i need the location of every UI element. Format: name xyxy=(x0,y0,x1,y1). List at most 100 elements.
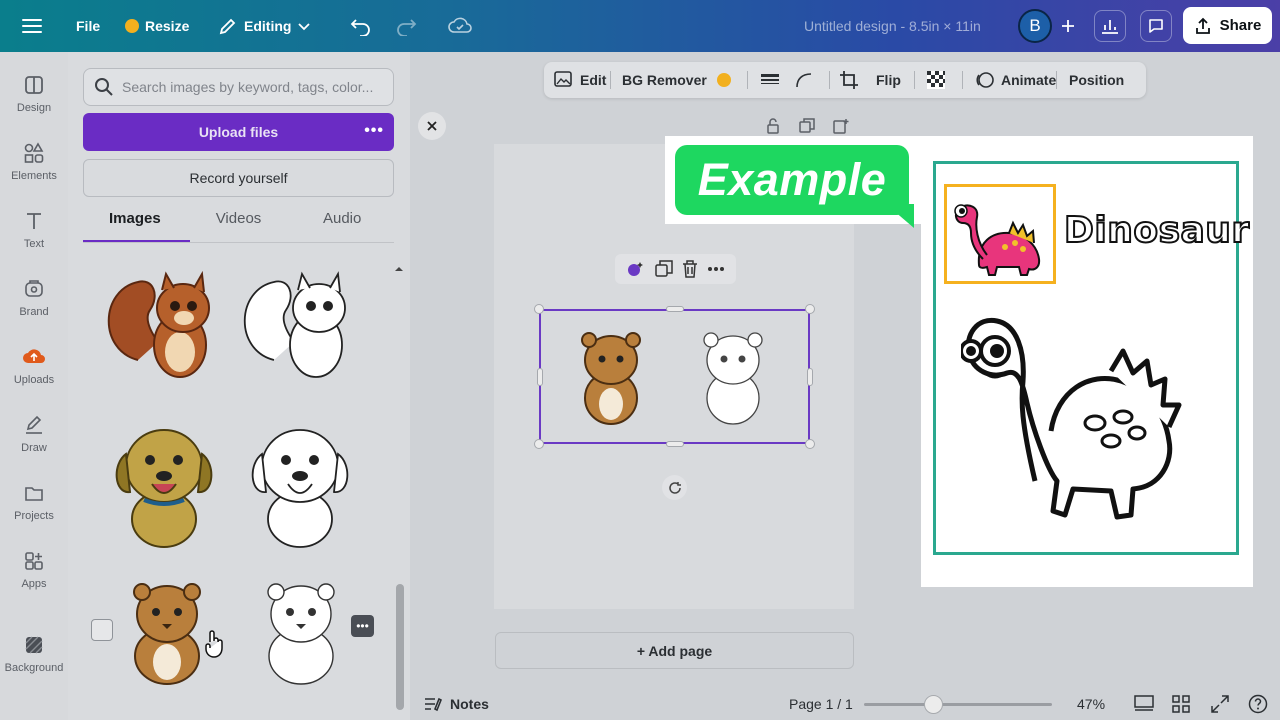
magic-icon[interactable] xyxy=(626,260,646,278)
design-icon xyxy=(25,76,43,94)
record-yourself-button[interactable]: Record yourself xyxy=(83,159,394,197)
toolbar-separator xyxy=(914,71,915,89)
example-badge-tail xyxy=(886,204,914,228)
squirrel-color-thumbnail[interactable] xyxy=(98,260,224,384)
close-panel-button[interactable] xyxy=(418,112,446,140)
more-chip-label: ••• xyxy=(356,619,369,633)
resize-handle-top-left[interactable] xyxy=(534,304,544,314)
brand-icon xyxy=(25,280,43,297)
insights-icon[interactable] xyxy=(1094,10,1126,42)
search-placeholder: Search images by keyword, tags, color... xyxy=(122,79,374,95)
elements-icon xyxy=(24,142,44,163)
page-indicator-text: Page 1 / 1 xyxy=(789,696,853,712)
design-title-text: Untitled design - 8.5in × 11in xyxy=(804,18,981,34)
flip-button[interactable]: Flip xyxy=(876,62,901,98)
avatar-initial: B xyxy=(1029,16,1041,35)
canvas-cub-color-image[interactable] xyxy=(563,326,659,430)
squirrel-outline-thumbnail[interactable] xyxy=(234,260,360,384)
corner-rounding-button[interactable] xyxy=(794,62,814,98)
position-button[interactable]: Position xyxy=(1069,62,1124,98)
cub-outline-thumbnail[interactable] xyxy=(246,576,356,690)
notes-button[interactable]: Notes xyxy=(424,696,489,712)
animate-button[interactable]: Animate xyxy=(975,62,1056,98)
undo-icon[interactable] xyxy=(350,0,372,52)
puppy-outline-thumbnail[interactable] xyxy=(240,414,360,550)
upload-files-button[interactable]: Upload files ••• xyxy=(83,113,394,151)
media-tabs: Images Videos Audio xyxy=(83,210,394,242)
border-style-button[interactable] xyxy=(760,62,780,98)
search-icon xyxy=(95,78,113,96)
resize-handle-bottom-left[interactable] xyxy=(534,439,544,449)
projects-icon xyxy=(25,487,43,501)
cloud-sync-icon[interactable] xyxy=(448,0,472,52)
left-rail: Design Elements Text Brand Uploads Draw … xyxy=(0,52,68,720)
rail-item-uploads[interactable]: Uploads xyxy=(0,346,68,386)
add-page-icon[interactable] xyxy=(833,118,849,134)
resize-handle-left[interactable] xyxy=(537,368,543,386)
toolbar-separator xyxy=(610,71,611,89)
border-style-icon xyxy=(761,74,779,84)
zoom-level[interactable]: 47% xyxy=(1077,696,1105,712)
search-input[interactable]: Search images by keyword, tags, color... xyxy=(83,68,394,106)
tab-audio[interactable]: Audio xyxy=(290,210,394,242)
dinosaur-title: Dinosaur xyxy=(1063,209,1250,252)
example-badge-text: Example xyxy=(697,154,887,205)
rail-label: Draw xyxy=(21,442,47,454)
puppy-color-thumbnail[interactable] xyxy=(104,414,224,550)
add-collaborator-icon[interactable] xyxy=(1052,10,1084,42)
rail-item-projects[interactable]: Projects xyxy=(0,482,68,522)
background-icon xyxy=(25,636,43,654)
comment-icon[interactable] xyxy=(1140,10,1172,42)
edit-label: Edit xyxy=(580,72,607,88)
help-icon[interactable] xyxy=(1248,694,1268,714)
zoom-slider-knob[interactable] xyxy=(924,695,944,714)
transparency-icon xyxy=(927,71,945,89)
rail-item-draw[interactable]: Draw xyxy=(0,414,68,454)
bg-remover-button[interactable]: BG Remover xyxy=(622,62,731,98)
redo-icon[interactable] xyxy=(395,0,417,52)
avatar[interactable]: B xyxy=(1018,9,1052,43)
tab-videos[interactable]: Videos xyxy=(187,210,291,242)
grid-view-icon[interactable] xyxy=(1172,695,1190,713)
rail-label: Uploads xyxy=(13,374,55,386)
position-label: Position xyxy=(1069,72,1125,88)
rail-label: Background xyxy=(4,662,64,674)
close-icon xyxy=(427,121,437,131)
rail-item-text[interactable]: Text xyxy=(0,210,68,250)
notes-icon xyxy=(425,697,442,712)
select-checkbox[interactable] xyxy=(91,619,113,641)
design-title[interactable]: Untitled design - 8.5in × 11in xyxy=(804,0,981,52)
duplicate-page-icon[interactable] xyxy=(799,118,815,134)
toolbar-separator xyxy=(747,71,748,89)
fullscreen-icon[interactable] xyxy=(1211,695,1229,713)
rail-item-background[interactable]: Background xyxy=(0,634,68,674)
crown-icon xyxy=(716,73,731,87)
edit-image-button[interactable]: Edit xyxy=(554,62,606,98)
rail-item-apps[interactable]: Apps xyxy=(0,550,68,590)
menu-icon[interactable] xyxy=(22,0,42,52)
crown-icon xyxy=(125,19,139,33)
upload-more-button[interactable]: ••• xyxy=(364,122,384,140)
file-menu[interactable]: File xyxy=(76,0,100,52)
rail-item-design[interactable]: Design xyxy=(0,74,68,114)
image-edit-icon xyxy=(554,71,572,87)
rail-label: Apps xyxy=(21,578,47,590)
transparency-button[interactable] xyxy=(926,62,946,98)
image-more-button[interactable]: ••• xyxy=(351,615,374,637)
pages-view-icon[interactable] xyxy=(1134,695,1154,713)
crop-button[interactable] xyxy=(839,62,859,98)
rail-item-elements[interactable]: Elements xyxy=(0,142,68,182)
share-button[interactable]: Share xyxy=(1183,7,1272,44)
add-page-button[interactable]: + Add page xyxy=(495,632,854,669)
bottom-bar: Notes Page 1 / 1 47% xyxy=(410,688,1280,720)
tab-images[interactable]: Images xyxy=(83,210,187,242)
rail-item-brand[interactable]: Brand xyxy=(0,278,68,318)
editing-mode-button[interactable]: Editing xyxy=(218,0,311,52)
panel-scroll-thumb[interactable] xyxy=(396,584,404,710)
animate-icon xyxy=(976,72,994,88)
resize-button[interactable]: Resize xyxy=(125,0,189,52)
animate-label: Animate xyxy=(1001,72,1057,88)
zoom-slider[interactable] xyxy=(864,703,1052,706)
lock-icon[interactable] xyxy=(765,118,781,134)
page-indicator[interactable]: Page 1 / 1 xyxy=(789,696,853,712)
